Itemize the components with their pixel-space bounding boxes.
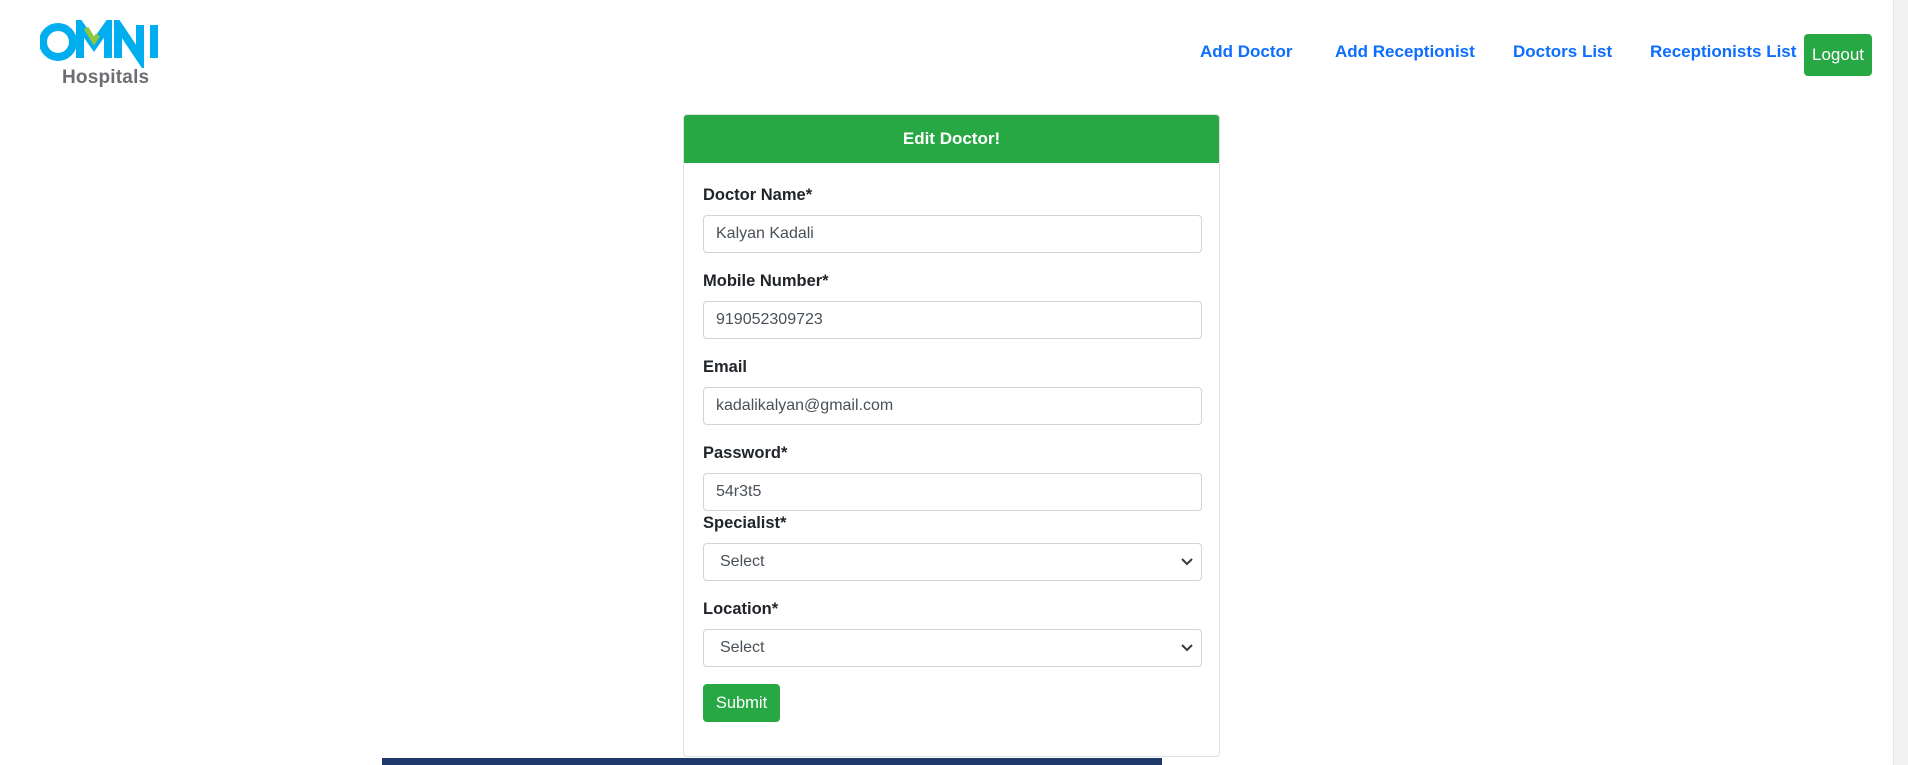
doctor-name-label: Doctor Name* [703, 186, 813, 204]
omni-logo-mark [40, 20, 158, 68]
specialist-label: Specialist* [703, 514, 787, 532]
doctor-name-input[interactable] [703, 215, 1202, 253]
mobile-number-label: Mobile Number* [703, 272, 829, 290]
chevron-down-icon [1181, 558, 1193, 566]
nav-doctors-list[interactable]: Doctors List [1513, 42, 1612, 62]
nav-receptionists-list[interactable]: Receptionists List [1650, 42, 1796, 62]
submit-button[interactable]: Submit [703, 684, 780, 722]
location-select[interactable]: Select [703, 629, 1202, 667]
card-title: Edit Doctor! [684, 115, 1219, 163]
password-label: Password* [703, 444, 788, 462]
email-input[interactable] [703, 387, 1202, 425]
location-selected-value: Select [720, 639, 765, 656]
omni-hospitals-logo[interactable]: Hospitals [40, 20, 180, 92]
mobile-number-input[interactable] [703, 301, 1202, 339]
chevron-down-icon [1181, 644, 1193, 652]
nav-add-receptionist[interactable]: Add Receptionist [1335, 42, 1475, 62]
footer-bar [382, 758, 1162, 765]
email-label: Email [703, 358, 748, 376]
specialist-selected-value: Select [720, 553, 765, 570]
edit-doctor-card: Edit Doctor! Doctor Name* Mobile Number*… [683, 114, 1220, 757]
logout-button[interactable]: Logout [1804, 34, 1872, 76]
page-scrollbar[interactable] [1893, 0, 1908, 765]
logo-subtitle: Hospitals [62, 67, 150, 88]
specialist-select[interactable]: Select [703, 543, 1202, 581]
nav-add-doctor[interactable]: Add Doctor [1200, 42, 1293, 62]
password-input[interactable] [703, 473, 1202, 511]
location-label: Location* [703, 600, 779, 618]
